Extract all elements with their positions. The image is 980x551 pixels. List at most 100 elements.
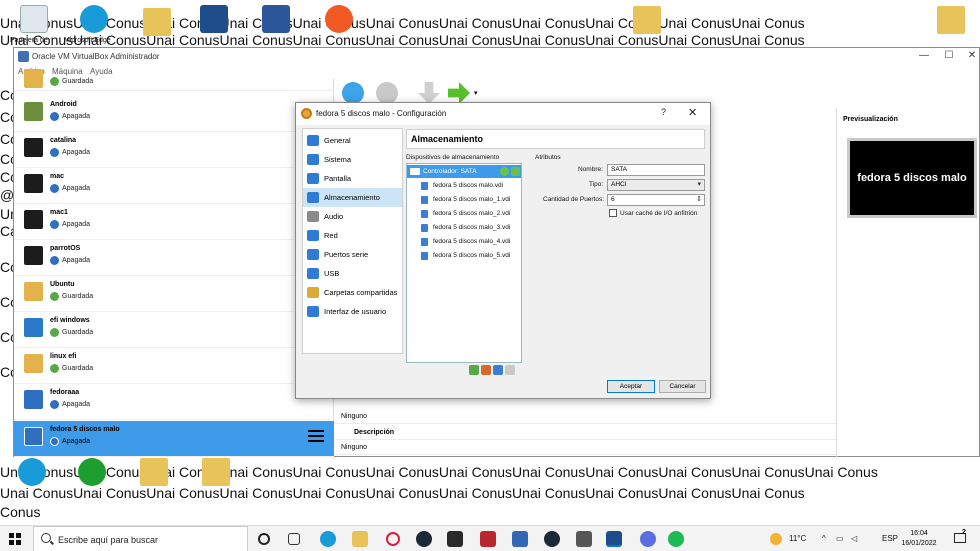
vm-state: Apagada — [62, 185, 91, 192]
nav-label: USB — [324, 269, 340, 278]
edge-icon[interactable] — [18, 458, 46, 486]
app-icon[interactable] — [576, 531, 592, 547]
nav-interfaz-usuario[interactable]: Interfaz de usuario — [303, 302, 402, 321]
vm-item[interactable]: Ubuntu Guardada — [14, 276, 334, 312]
add-controller-icon[interactable] — [469, 365, 479, 375]
nav-red[interactable]: Red — [303, 226, 402, 245]
folder-icon[interactable] — [202, 458, 230, 486]
nav-general[interactable]: General — [303, 131, 402, 150]
start-dropdown-icon[interactable]: ▾ — [474, 89, 478, 97]
app-icon[interactable] — [640, 531, 656, 547]
add-disk-icon[interactable] — [511, 167, 520, 176]
podcast-icon[interactable] — [78, 458, 106, 486]
virtualbox-icon[interactable] — [200, 5, 228, 33]
taskbar-search[interactable]: Escribe aquí para buscar — [33, 526, 248, 551]
nav-pantalla[interactable]: Pantalla — [303, 169, 402, 188]
nav-sistema[interactable]: Sistema — [303, 150, 402, 169]
recycle-bin-icon[interactable] — [20, 5, 48, 33]
nav-puertos-serie[interactable]: Puertos serie — [303, 245, 402, 264]
linux-icon — [24, 69, 43, 88]
disk-label: fedora 5 discos malo_2.vdi — [433, 210, 511, 217]
powered-off-icon — [50, 112, 59, 121]
controller-sata[interactable]: Controlador: SATA — [407, 165, 521, 178]
nav-usb[interactable]: USB — [303, 264, 402, 283]
notification-icon[interactable]: 2 — [953, 529, 969, 547]
virtualbox-icon[interactable] — [606, 531, 622, 547]
vm-item[interactable]: catalina Apagada — [14, 132, 334, 168]
opera-icon[interactable] — [386, 532, 400, 546]
add-optical-icon[interactable] — [500, 167, 509, 176]
type-select[interactable]: AHCI — [607, 179, 705, 191]
ports-spinner[interactable]: 6 — [607, 194, 705, 206]
help-button[interactable]: ? — [661, 107, 666, 117]
tray-chevron-icon[interactable]: ^ — [822, 534, 826, 543]
vm-item[interactable]: parrotOS Apagada — [14, 240, 334, 276]
volume-icon[interactable]: ◁ — [851, 534, 857, 543]
vm-item[interactable]: linux efi Guardada — [14, 348, 334, 384]
network-icon[interactable]: ▭ — [836, 534, 844, 543]
user-interface-icon — [307, 306, 319, 317]
fedora-icon — [24, 427, 43, 446]
macos-icon — [24, 174, 43, 193]
minimize-button[interactable]: — — [914, 50, 934, 61]
saved-state-icon — [50, 364, 59, 373]
folder-icon[interactable] — [140, 458, 168, 486]
parrot-icon — [24, 246, 43, 265]
steam-icon[interactable] — [416, 531, 432, 547]
vm-name: mac — [50, 173, 65, 180]
discard-icon[interactable] — [418, 82, 440, 104]
windows-start-icon[interactable] — [9, 533, 21, 545]
desktop-text-line: Unai ConusUnai ConusUnai ConusUnai Conus… — [0, 15, 805, 31]
edge-icon[interactable] — [80, 5, 108, 33]
vm-item[interactable]: efi windows Guardada — [14, 312, 334, 348]
remove-attachment-icon[interactable] — [505, 365, 515, 375]
origin-icon[interactable] — [325, 5, 353, 33]
folder-icon[interactable] — [143, 8, 171, 36]
vm-item[interactable]: Guardada — [14, 67, 334, 91]
maximize-button[interactable]: ☐ — [939, 50, 959, 61]
file-explorer-icon[interactable] — [352, 531, 368, 547]
new-vm-icon[interactable] — [342, 82, 364, 104]
add-attachment-icon[interactable] — [493, 365, 503, 375]
vm-state: Apagada — [62, 113, 91, 120]
vm-item[interactable]: mac1 Apagada — [14, 204, 334, 240]
start-icon[interactable] — [448, 82, 470, 104]
vm-item-selected[interactable]: fedora 5 discos malo Apagada — [14, 421, 334, 457]
weather-icon[interactable] — [770, 533, 782, 545]
vm-name: efi windows — [50, 317, 90, 324]
host-cache-label: Usar caché de I/O anfitrión — [620, 210, 698, 217]
close-button[interactable]: ✕ — [962, 50, 980, 61]
vm-item[interactable]: Android Apagada — [14, 96, 334, 132]
cortana-icon[interactable] — [258, 533, 270, 545]
remove-controller-icon[interactable] — [481, 365, 491, 375]
powered-off-icon — [50, 184, 59, 193]
nav-almacenamiento[interactable]: Almacenamiento — [303, 188, 402, 207]
close-button[interactable]: ✕ — [688, 106, 697, 119]
edge-icon[interactable] — [320, 531, 336, 547]
word-icon[interactable] — [262, 5, 290, 33]
folder-icon[interactable] — [937, 6, 965, 34]
steam-icon[interactable] — [544, 531, 560, 547]
temperature[interactable]: 11°C — [789, 534, 806, 543]
folder-icon[interactable] — [633, 6, 661, 34]
nav-carpetas-compartidas[interactable]: Carpetas compartidas — [303, 283, 402, 302]
controller-icon — [410, 168, 420, 175]
vm-item[interactable]: mac Apagada — [14, 168, 334, 204]
vm-state: Guardada — [62, 78, 94, 85]
spotify-icon[interactable] — [668, 531, 684, 547]
vm-name: catalina — [50, 137, 77, 144]
name-field[interactable]: SATA — [607, 164, 705, 176]
app-icon[interactable] — [512, 531, 528, 547]
task-view-icon[interactable] — [288, 533, 300, 545]
accept-button[interactable]: Aceptar — [607, 380, 655, 393]
app-icon[interactable] — [480, 531, 496, 547]
clock[interactable]: 16:04 16/01/2022 — [896, 529, 942, 549]
settings-icon[interactable] — [376, 82, 398, 104]
host-cache-checkbox[interactable] — [609, 209, 617, 217]
vm-item[interactable]: fedoraaa Apagada — [14, 384, 334, 420]
cancel-button[interactable]: Cancelar — [659, 380, 706, 393]
menu-icon[interactable] — [308, 430, 324, 444]
nav-audio[interactable]: Audio — [303, 207, 402, 226]
clock-date: 16/01/2022 — [901, 540, 937, 547]
epic-games-icon[interactable] — [447, 531, 463, 547]
